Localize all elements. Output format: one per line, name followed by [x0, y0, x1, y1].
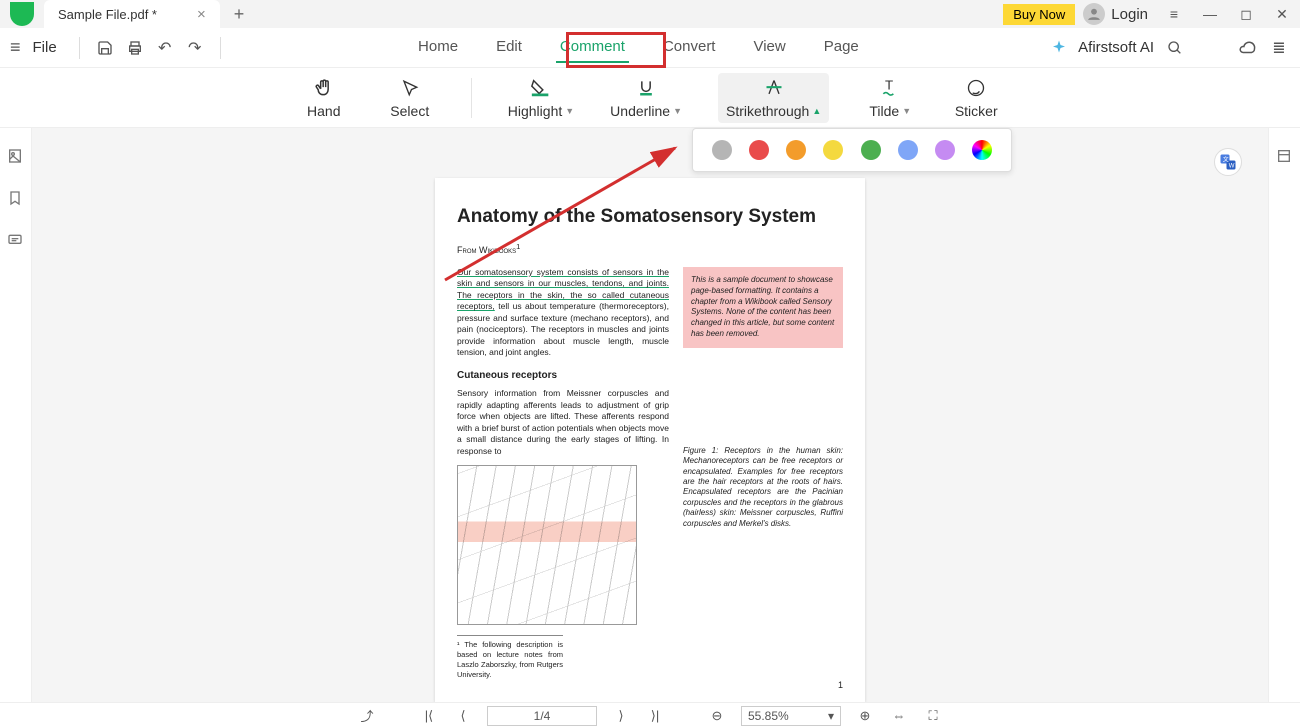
app-logo-icon: [10, 2, 34, 26]
status-bar: ⤴ |⟨ ⟨ 1/4 ⟩ ⟩| ⊖ 55.85%▾ ⊕ ⇔ ⛶: [0, 702, 1300, 728]
color-swatch-gray[interactable]: [712, 140, 732, 160]
zoom-in-icon[interactable]: ⊕: [855, 708, 875, 724]
sticker-icon: [966, 77, 986, 99]
chevron-down-icon[interactable]: ▼: [673, 106, 682, 116]
left-sidebar: [0, 128, 32, 702]
scroll-top-icon[interactable]: ⤴: [357, 706, 377, 725]
menu-icon[interactable]: ≡: [10, 37, 21, 58]
tool-tilde[interactable]: T Tilde▼: [865, 77, 915, 119]
hand-icon: [314, 77, 334, 99]
tool-highlight[interactable]: Highlight▼: [508, 77, 574, 119]
menu-convert[interactable]: Convert: [659, 32, 720, 63]
sticker-label: Sticker: [955, 103, 998, 119]
color-swatch-green[interactable]: [861, 140, 881, 160]
document-canvas[interactable]: Anatomy of the Somatosensory System From…: [32, 128, 1268, 702]
color-picker-popover: [692, 128, 1012, 172]
right-sidebar: [1268, 128, 1300, 702]
login-label: Login: [1111, 6, 1148, 23]
chevron-up-icon[interactable]: ▲: [812, 106, 821, 116]
list-icon[interactable]: ≣: [1268, 37, 1290, 59]
chevron-down-icon[interactable]: ▼: [902, 106, 911, 116]
main-menu: Home Edit Comment Convert View Page: [227, 32, 1050, 63]
ai-label[interactable]: Afirstsoft AI: [1078, 39, 1154, 56]
comment-panel-icon[interactable]: [7, 232, 25, 250]
tool-underline[interactable]: Underline▼: [610, 77, 682, 119]
bookmark-icon[interactable]: [7, 190, 25, 208]
color-swatch-orange[interactable]: [786, 140, 806, 160]
color-swatch-blue[interactable]: [898, 140, 918, 160]
translate-badge-icon[interactable]: 文W: [1214, 148, 1242, 176]
figure-diagram: [457, 465, 637, 625]
close-window-icon[interactable]: ✕: [1264, 6, 1300, 23]
file-menu[interactable]: File: [33, 39, 57, 56]
cursor-icon: [401, 77, 419, 99]
tool-hand[interactable]: Hand: [299, 77, 349, 119]
svg-text:W: W: [1229, 163, 1235, 169]
chevron-down-icon[interactable]: ▼: [565, 106, 574, 116]
pdf-page: Anatomy of the Somatosensory System From…: [435, 178, 865, 702]
menu-page[interactable]: Page: [820, 32, 863, 63]
footnote: ¹ The following description is based on …: [457, 635, 563, 681]
tilde-icon: T: [880, 77, 900, 99]
color-swatch-yellow[interactable]: [823, 140, 843, 160]
redo-icon[interactable]: ↷: [184, 37, 206, 59]
figure-caption: Figure 1: Receptors in the human skin: M…: [683, 446, 843, 529]
color-swatch-custom[interactable]: [972, 140, 992, 160]
menu-view[interactable]: View: [749, 32, 789, 63]
body-text-2: Sensory information from Meissner corpus…: [457, 388, 669, 457]
doc-title: Anatomy of the Somatosensory System: [457, 206, 843, 228]
save-icon[interactable]: [94, 37, 116, 59]
thumbnails-icon[interactable]: [7, 148, 25, 166]
new-tab-button[interactable]: +: [220, 4, 259, 25]
zoom-level[interactable]: 55.85%▾: [741, 706, 841, 726]
close-tab-icon[interactable]: ×: [197, 6, 206, 23]
select-label: Select: [390, 103, 429, 119]
tab-title: Sample File.pdf *: [58, 7, 157, 22]
avatar-icon: [1083, 3, 1105, 25]
fit-width-icon[interactable]: ⇔: [889, 708, 909, 723]
highlight-icon: [530, 77, 552, 99]
minimize-icon[interactable]: —: [1192, 6, 1228, 22]
first-page-icon[interactable]: |⟨: [419, 708, 439, 724]
doc-source: From Wikibooks1: [457, 242, 843, 255]
search-icon[interactable]: [1164, 37, 1186, 59]
next-page-icon[interactable]: ⟩: [611, 708, 631, 724]
undo-icon[interactable]: ↶: [154, 37, 176, 59]
underline-icon: [636, 77, 656, 99]
hamburger-icon[interactable]: ≡: [1156, 6, 1192, 22]
menu-comment[interactable]: Comment: [556, 32, 629, 63]
tool-sticker[interactable]: Sticker: [951, 77, 1001, 119]
svg-text:T: T: [885, 78, 893, 93]
menu-home[interactable]: Home: [414, 32, 462, 63]
hand-label: Hand: [307, 103, 340, 119]
strikethrough-label: Strikethrough: [726, 103, 809, 119]
page-indicator[interactable]: 1/4: [487, 706, 597, 726]
maximize-icon[interactable]: ◻: [1228, 6, 1264, 23]
callout-box: This is a sample document to showcase pa…: [683, 267, 843, 348]
zoom-out-icon[interactable]: ⊖: [707, 708, 727, 724]
fit-page-icon[interactable]: ⛶: [923, 708, 943, 724]
underline-label: Underline: [610, 103, 670, 119]
document-tab[interactable]: Sample File.pdf * ×: [44, 0, 220, 28]
buy-now-button[interactable]: Buy Now: [1003, 4, 1075, 25]
login-button[interactable]: Login: [1083, 3, 1148, 25]
last-page-icon[interactable]: ⟩|: [645, 708, 665, 724]
menu-edit[interactable]: Edit: [492, 32, 526, 63]
color-swatch-purple[interactable]: [935, 140, 955, 160]
subheading: Cutaneous receptors: [457, 369, 669, 383]
properties-panel-icon[interactable]: [1276, 148, 1294, 166]
prev-page-icon[interactable]: ⟨: [453, 708, 473, 724]
cloud-icon[interactable]: [1236, 37, 1258, 59]
color-swatch-red[interactable]: [749, 140, 769, 160]
tilde-label: Tilde: [869, 103, 899, 119]
highlight-label: Highlight: [508, 103, 562, 119]
tool-select[interactable]: Select: [385, 77, 435, 119]
tool-strikethrough[interactable]: Strikethrough▲: [718, 73, 829, 123]
print-icon[interactable]: [124, 37, 146, 59]
strikethrough-icon: [764, 77, 784, 99]
page-number: 1: [838, 680, 843, 690]
ai-sparkle-icon: [1050, 39, 1068, 57]
